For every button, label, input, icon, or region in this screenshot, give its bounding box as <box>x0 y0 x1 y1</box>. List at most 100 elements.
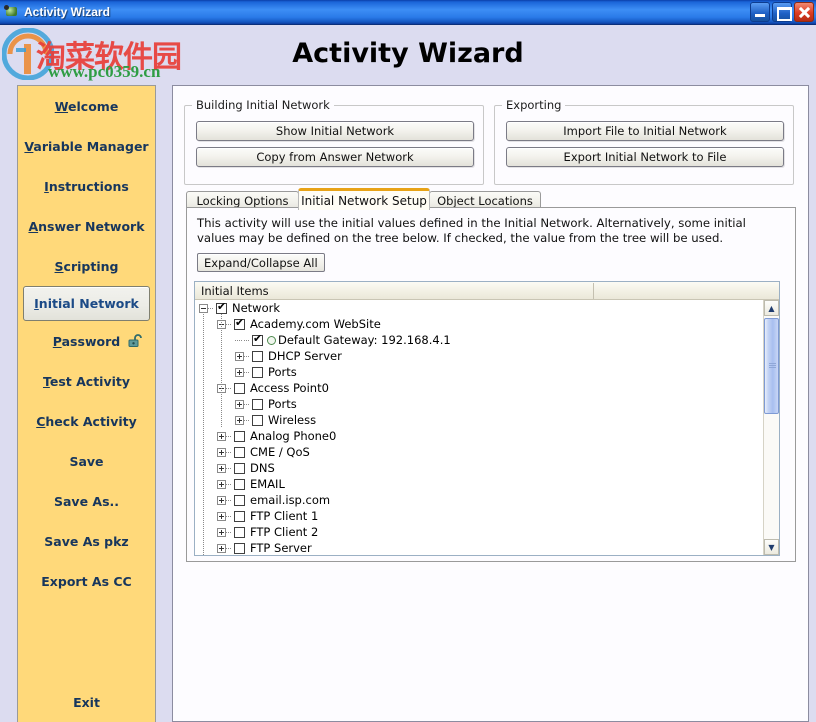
minimize-button[interactable] <box>750 2 770 22</box>
tree-connector <box>244 416 250 425</box>
expand-plus-icon[interactable] <box>235 416 244 425</box>
sidebar-item-test-activity[interactable]: Test Activity <box>18 361 155 401</box>
tree-connector <box>244 352 250 361</box>
tree-leaf-connector <box>235 336 244 345</box>
checkbox-unchecked[interactable] <box>234 447 245 458</box>
tree-item-label: Analog Phone0 <box>249 429 336 443</box>
tree-row[interactable]: EMAIL <box>195 476 763 492</box>
sidebar-item-exit[interactable]: Exit <box>18 682 155 722</box>
checkbox-checked[interactable] <box>216 303 227 314</box>
expand-plus-icon[interactable] <box>217 496 226 505</box>
sidebar-item-initial-network[interactable]: Initial Network <box>23 286 150 321</box>
checkbox-unchecked[interactable] <box>252 415 263 426</box>
sidebar-item-label: Welcome <box>55 99 119 114</box>
expand-plus-icon[interactable] <box>217 480 226 489</box>
tree-row[interactable]: DNS <box>195 460 763 476</box>
checkbox-unchecked[interactable] <box>234 511 245 522</box>
checkbox-checked[interactable] <box>252 335 263 346</box>
tree-vertical-scrollbar[interactable]: ▲ ▼ <box>763 300 779 555</box>
tree-connector <box>226 384 232 393</box>
tree-connector <box>226 496 232 505</box>
sidebar-item-save[interactable]: Save <box>18 441 155 481</box>
sidebar-item-label: Scripting <box>55 259 119 274</box>
tree-row[interactable]: FTP Client 1 <box>195 508 763 524</box>
tree-item-label: FTP Server <box>249 541 312 555</box>
tree-connector <box>226 448 232 457</box>
tree-row[interactable]: Access Point0 <box>195 380 763 396</box>
tree-row[interactable]: Analog Phone0 <box>195 428 763 444</box>
expand-plus-icon[interactable] <box>217 448 226 457</box>
tree-row[interactable]: Wireless <box>195 412 763 428</box>
checkbox-unchecked[interactable] <box>234 543 245 554</box>
tree-column-header[interactable]: Initial Items <box>195 282 779 300</box>
checkbox-unchecked[interactable] <box>252 367 263 378</box>
expand-plus-icon[interactable] <box>217 432 226 441</box>
sidebar-item-label: Test Activity <box>43 374 130 389</box>
panel-description: This activity will use the initial value… <box>197 216 785 246</box>
tree-body: NetworkAcademy.com WebSiteDefault Gatewa… <box>195 300 779 555</box>
checkbox-checked[interactable] <box>234 319 245 330</box>
expand-plus-icon[interactable] <box>217 464 226 473</box>
show-initial-network-button[interactable]: Show Initial Network <box>196 121 474 141</box>
tree-row[interactable]: email.isp.com <box>195 492 763 508</box>
tree-row[interactable]: Default Gateway: 192.168.4.1 <box>195 332 763 348</box>
group-title: Exporting <box>502 98 565 112</box>
scroll-up-arrow-icon[interactable]: ▲ <box>764 300 779 316</box>
checkbox-unchecked[interactable] <box>234 431 245 442</box>
checkbox-unchecked[interactable] <box>252 399 263 410</box>
scrollbar-thumb[interactable] <box>764 318 779 414</box>
export-initial-network-to-file-button[interactable]: Export Initial Network to File <box>506 147 784 167</box>
tabstrip: Locking OptionsInitial Network SetupObje… <box>186 188 796 208</box>
unlocked-padlock-icon <box>128 334 143 347</box>
maximize-button[interactable] <box>772 2 792 22</box>
sidebar-item-scripting[interactable]: Scripting <box>18 246 155 286</box>
sidebar-item-welcome[interactable]: Welcome <box>18 86 155 126</box>
tree-item-label: DHCP Server <box>267 349 342 363</box>
window-title: Activity Wizard <box>24 5 110 19</box>
checkbox-unchecked[interactable] <box>234 463 245 474</box>
sidebar: Welcome Variable ManagerInstructionsAnswe… <box>17 85 156 722</box>
tree-row[interactable]: FTP Server <box>195 540 763 555</box>
sidebar-item-label: Initial Network <box>34 296 139 311</box>
expand-plus-icon[interactable] <box>217 528 226 537</box>
checkbox-unchecked[interactable] <box>234 495 245 506</box>
copy-from-answer-network-button[interactable]: Copy from Answer Network <box>196 147 474 167</box>
tree-connector <box>226 512 232 521</box>
tab-label: Initial Network Setup <box>301 194 427 208</box>
tree-row[interactable]: CME / QoS <box>195 444 763 460</box>
tree-row[interactable]: Network <box>195 300 763 316</box>
sidebar-item-answer-network[interactable]: Answer Network <box>18 206 155 246</box>
expand-plus-icon[interactable] <box>235 352 244 361</box>
sidebar-item-save-as-pkz[interactable]: Save As pkz <box>18 521 155 561</box>
expand-plus-icon[interactable] <box>217 512 226 521</box>
tree-connector <box>244 400 250 409</box>
checkbox-unchecked[interactable] <box>234 527 245 538</box>
import-file-to-initial-network-button[interactable]: Import File to Initial Network <box>506 121 784 141</box>
tree-row[interactable]: Academy.com WebSite <box>195 316 763 332</box>
checkbox-unchecked[interactable] <box>234 383 245 394</box>
tree-row[interactable]: Ports <box>195 364 763 380</box>
checkbox-unchecked[interactable] <box>252 351 263 362</box>
checkbox-unchecked[interactable] <box>234 479 245 490</box>
scroll-down-arrow-icon[interactable]: ▼ <box>764 539 779 555</box>
sidebar-item-export-as-cc[interactable]: Export As CC <box>18 561 155 601</box>
tree-guide-line <box>221 314 222 428</box>
tree-row[interactable]: FTP Client 2 <box>195 524 763 540</box>
tree-connector <box>244 336 250 345</box>
expand-collapse-all-button[interactable]: Expand/Collapse All <box>197 253 325 272</box>
sidebar-item-check-activity[interactable]: Check Activity <box>18 401 155 441</box>
column-divider[interactable] <box>593 283 594 299</box>
tree-item-label: Academy.com WebSite <box>249 317 381 331</box>
tab-initial-network-setup[interactable]: Initial Network Setup <box>298 188 430 210</box>
expand-plus-icon[interactable] <box>235 400 244 409</box>
collapse-minus-icon[interactable] <box>199 304 208 313</box>
expand-plus-icon[interactable] <box>235 368 244 377</box>
close-button[interactable] <box>794 2 814 22</box>
tree-row[interactable]: Ports <box>195 396 763 412</box>
sidebar-item-variable-manager[interactable]: Variable Manager <box>18 126 155 166</box>
tree-row[interactable]: DHCP Server <box>195 348 763 364</box>
sidebar-item-save-as[interactable]: Save As.. <box>18 481 155 521</box>
sidebar-item-password[interactable]: Password <box>18 321 155 361</box>
sidebar-item-instructions[interactable]: Instructions <box>18 166 155 206</box>
expand-plus-icon[interactable] <box>217 544 226 553</box>
